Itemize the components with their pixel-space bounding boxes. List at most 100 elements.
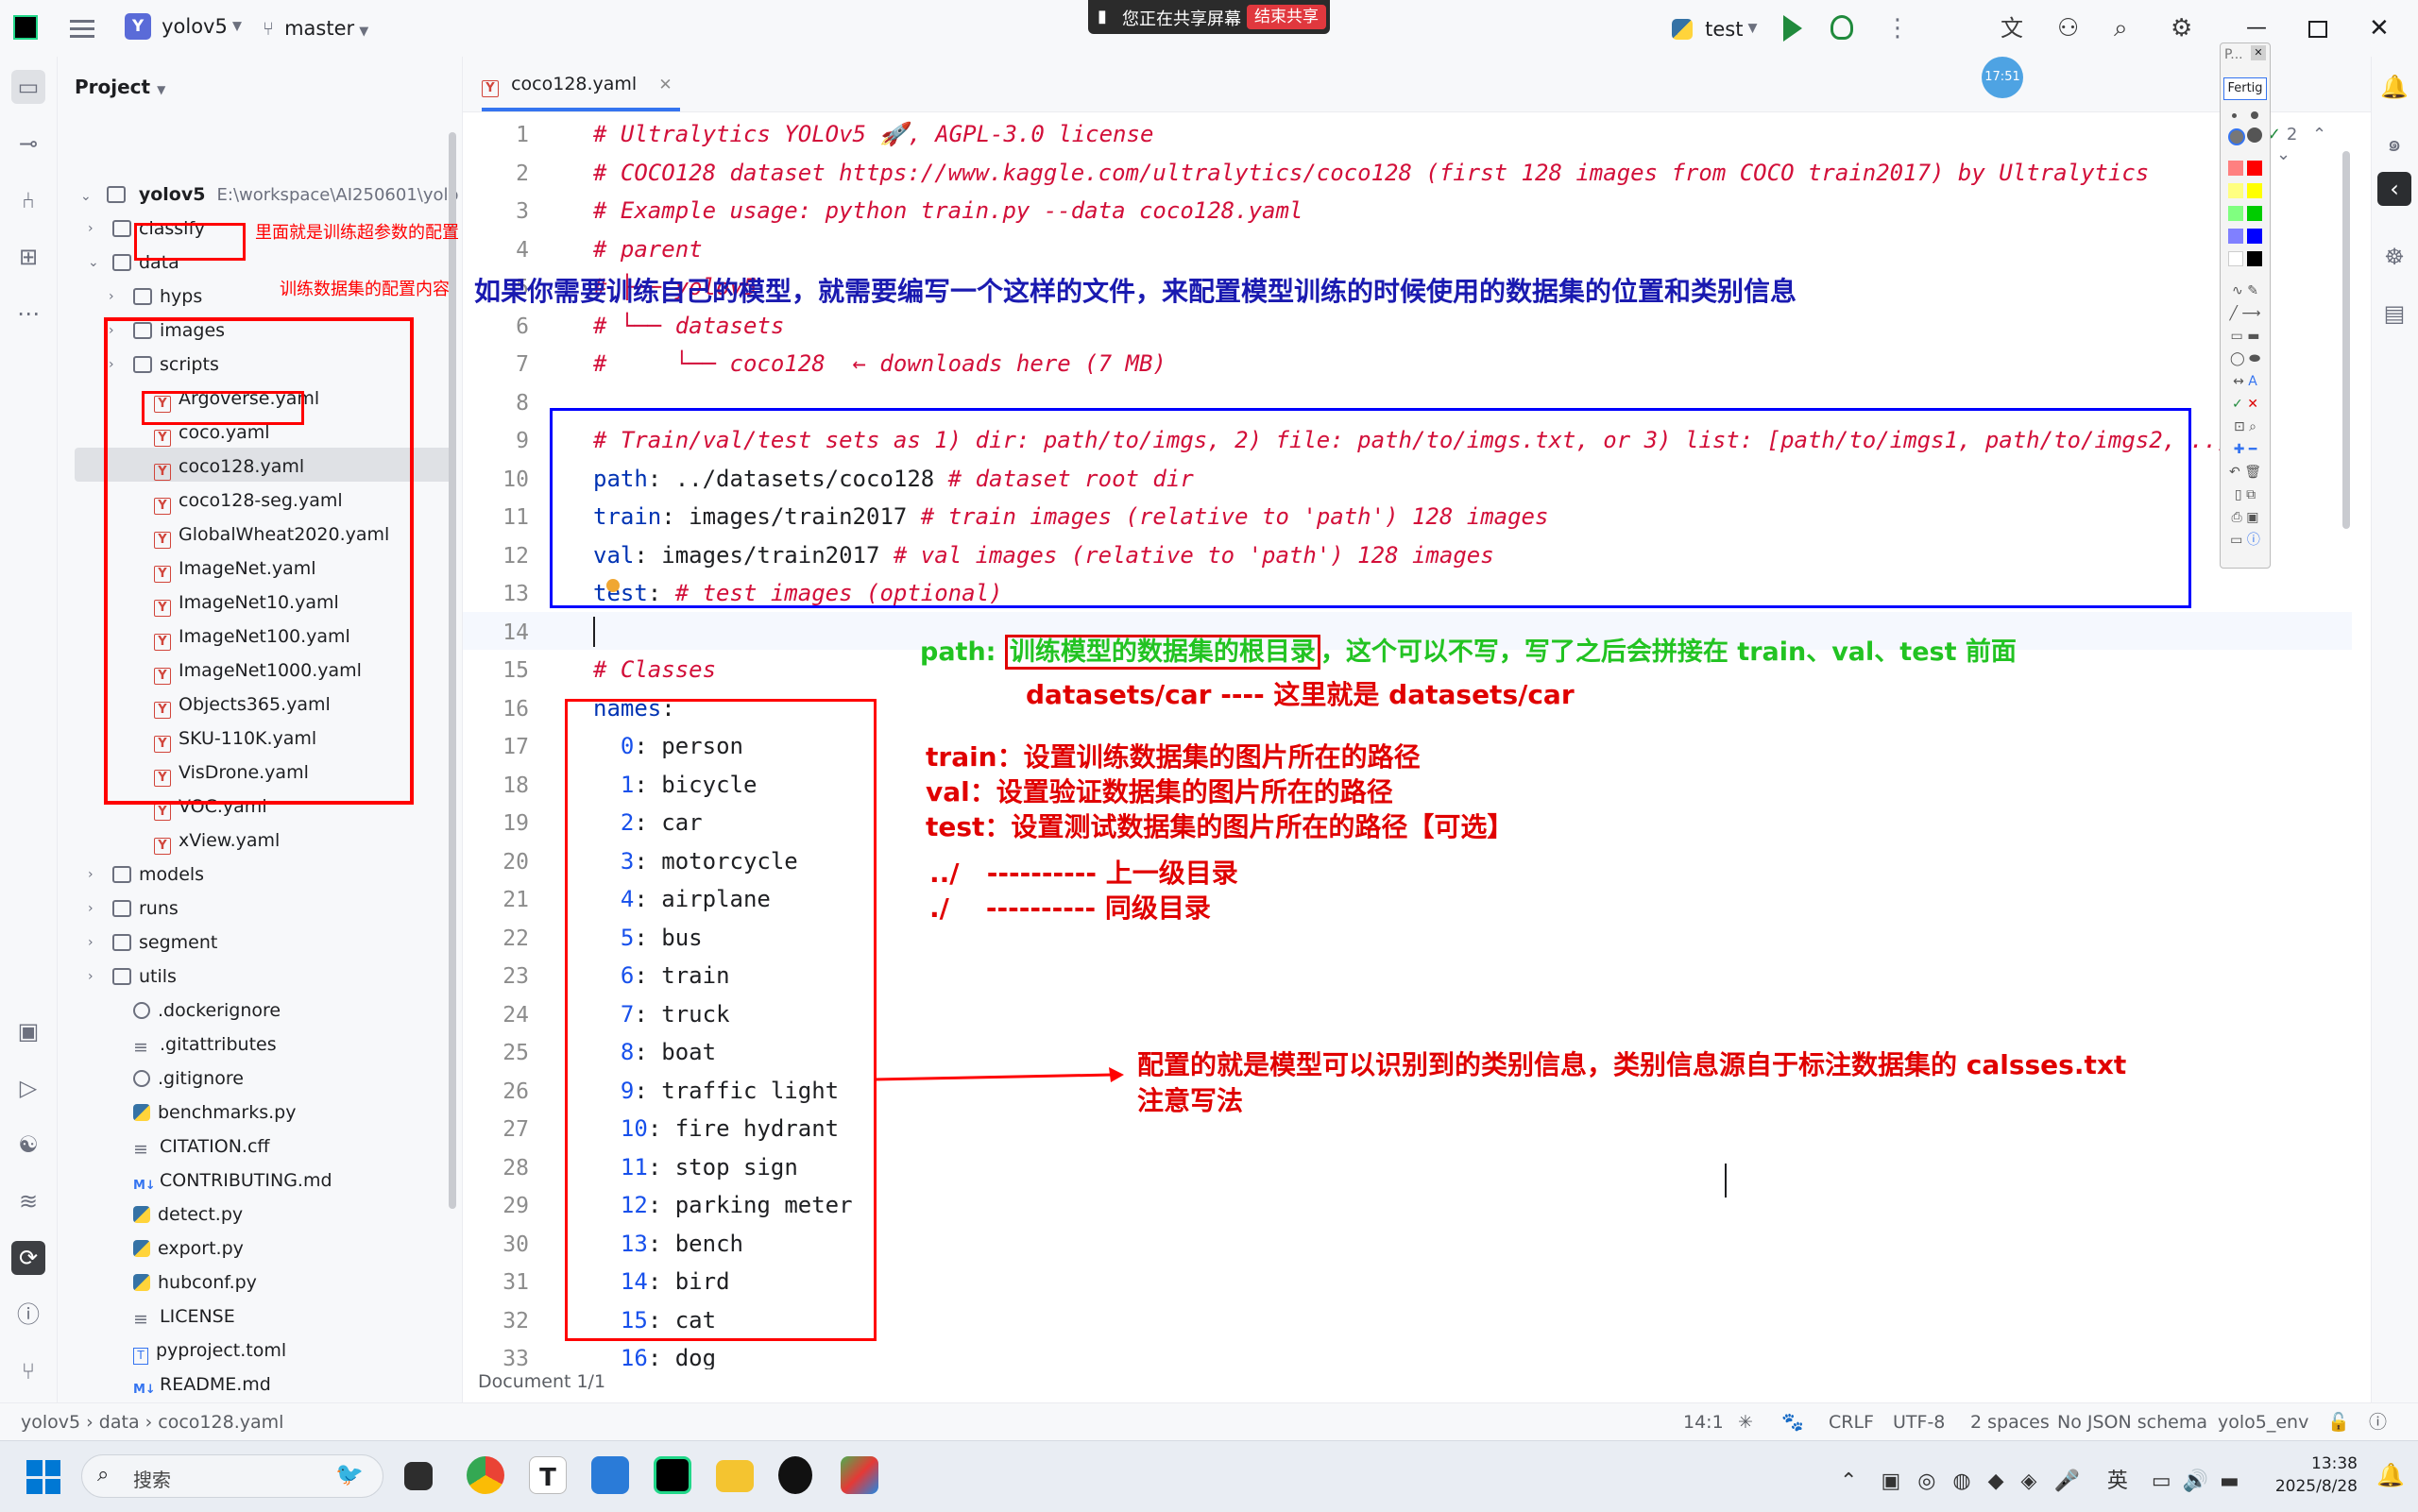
project-switcher[interactable]: Y yolov5 ▼ <box>125 13 242 43</box>
search-icon[interactable]: ⌕ <box>2114 0 2128 57</box>
color-yellow-swatch[interactable] <box>2247 183 2262 198</box>
color-lightyellow-swatch[interactable] <box>2228 183 2243 198</box>
breadcrumb-item[interactable]: yolov5 <box>21 1412 80 1433</box>
settings-gear-icon[interactable]: ⚙ <box>2171 0 2192 57</box>
tree-item[interactable]: ≡ CITATION.cff <box>133 1130 269 1164</box>
problems-icon[interactable]: ⓘ <box>11 1298 45 1332</box>
pen-size-medium[interactable] <box>2251 111 2258 119</box>
tree-item[interactable]: .gitignore <box>133 1062 244 1096</box>
color-white-swatch[interactable] <box>2228 251 2243 266</box>
caret-position[interactable]: 14:1 <box>1683 1403 1724 1441</box>
color-red-swatch[interactable] <box>2247 161 2262 176</box>
editor-scrollbar[interactable] <box>2342 151 2350 529</box>
python-interpreter[interactable]: yolo5_env <box>2218 1403 2308 1441</box>
tray-app-icons[interactable]: ▣◎◍◆◈🎤 <box>1881 1470 2096 1493</box>
paint-app-icon[interactable] <box>841 1456 878 1494</box>
line-separator[interactable]: CRLF <box>1829 1403 1874 1441</box>
tree-item[interactable]: ≡ LICENSE <box>133 1300 235 1334</box>
typora-icon[interactable]: T <box>529 1456 567 1494</box>
rectangle-icon[interactable]: ▭ ▬ <box>2224 325 2266 348</box>
tree-item[interactable]: Tpyproject.toml <box>133 1334 286 1368</box>
run-tool-icon[interactable]: ▷ <box>11 1071 45 1105</box>
pull-request-icon[interactable]: ⑃ <box>11 183 45 217</box>
close-window-icon[interactable]: ✕ <box>2369 0 2390 57</box>
task-view-icon[interactable] <box>404 1462 433 1490</box>
pen-size-xlarge[interactable] <box>2247 127 2262 143</box>
main-menu-icon[interactable] <box>70 17 94 40</box>
restore-icon[interactable] <box>2308 21 2327 38</box>
notification-center-icon[interactable]: 🔔 <box>2376 1462 2405 1488</box>
qq-icon[interactable] <box>778 1456 812 1494</box>
layers-icon[interactable]: ≋ <box>11 1184 45 1218</box>
color-green-swatch[interactable] <box>2247 206 2262 221</box>
tray-expand-icon[interactable]: ⌃ <box>1840 1470 1857 1493</box>
chevron-right-icon[interactable]: › <box>109 280 114 314</box>
page-copy-icon[interactable]: ▯ ⧉ <box>2224 484 2266 506</box>
tree-item[interactable]: YxView.yaml <box>154 824 280 858</box>
check-cross-icon[interactable]: ✓ ✕ <box>2224 393 2266 416</box>
color-lightblue-swatch[interactable] <box>2228 229 2243 244</box>
chevron-right-icon[interactable]: › <box>88 926 94 960</box>
stop-share-button[interactable]: 结束共享 <box>1247 5 1326 29</box>
network-volume-battery-icons[interactable]: ▭🔊▬ <box>2152 1470 2251 1493</box>
pen-size-small[interactable] <box>2232 113 2237 118</box>
arrow-text-icon[interactable]: ↔ A <box>2224 370 2266 393</box>
bookmarks-icon[interactable]: ▤ <box>2377 297 2411 331</box>
branch-switcher[interactable]: ⑂ master ▼ <box>263 13 368 43</box>
lock-icon[interactable]: 🔓 <box>2327 1403 2350 1441</box>
crop-zoom-icon[interactable]: ⊡ ⌕ <box>2224 416 2266 438</box>
collapse-panel-icon[interactable]: ‹ <box>2377 172 2411 206</box>
tree-item[interactable]: ≡ .gitattributes <box>133 1028 277 1062</box>
warning-icon[interactable]: ⓘ <box>2369 1403 2387 1441</box>
tab-coco128[interactable]: Y coco128.yaml ✕ <box>482 57 680 111</box>
taskbar-search[interactable]: ⌕ 搜索 🐦 <box>81 1454 383 1498</box>
tree-item[interactable]: M↓ CONTRIBUTING.md <box>133 1164 332 1198</box>
undo-delete-icon[interactable]: ↶ 🗑 <box>2224 461 2266 484</box>
screen-info-icon[interactable]: ▭ ⓘ <box>2224 529 2266 552</box>
structure-icon[interactable]: ⊞ <box>11 240 45 274</box>
tree-root[interactable]: ⌄ yolov5 E:\workspace\AI250601\yolov5 <box>80 178 458 212</box>
tree-item[interactable]: › hyps <box>109 280 202 314</box>
zoom-in-out-icon[interactable]: ✚ ━ <box>2224 438 2266 461</box>
chevron-right-icon[interactable]: › <box>88 858 94 892</box>
tree-item[interactable]: › runs <box>88 892 179 926</box>
tree-item[interactable]: › models <box>88 858 204 892</box>
services-icon[interactable]: ⟳ <box>11 1241 45 1275</box>
photos-icon[interactable] <box>591 1456 629 1494</box>
copilot-icon[interactable]: ☸ <box>2377 240 2411 274</box>
tree-item[interactable]: export.py <box>133 1232 244 1266</box>
tree-item[interactable]: .dockerignore <box>133 994 281 1028</box>
project-scrollbar[interactable] <box>449 132 456 1209</box>
palette-done-button[interactable]: Fertig <box>2223 77 2267 100</box>
color-blue-swatch[interactable] <box>2247 229 2262 244</box>
print-save-icon[interactable]: ⎙ ▣ <box>2224 506 2266 529</box>
windows-start-icon[interactable] <box>26 1460 60 1494</box>
tree-item[interactable]: M↓ README.md <box>133 1368 271 1402</box>
project-folder-icon[interactable]: ▭ <box>11 70 45 104</box>
project-panel-title[interactable]: Project ▼ <box>75 76 165 98</box>
chrome-icon[interactable] <box>467 1456 504 1494</box>
breadcrumb-item[interactable]: data <box>99 1412 140 1433</box>
color-black-swatch[interactable] <box>2247 251 2262 266</box>
color-pink-swatch[interactable] <box>2228 161 2243 176</box>
more-tools-icon[interactable]: ⋯ <box>11 297 45 331</box>
close-tab-icon[interactable]: ✕ <box>658 76 672 94</box>
indent-setting[interactable]: 2 spaces <box>1970 1403 2050 1441</box>
paw-icon[interactable]: 🐾 <box>1781 1403 1804 1441</box>
freehand-icon[interactable]: ∿ ✎ <box>2224 280 2266 302</box>
terminal-icon[interactable]: ▣ <box>11 1014 45 1048</box>
chevron-right-icon[interactable]: › <box>88 892 94 926</box>
file-explorer-icon[interactable] <box>716 1460 754 1492</box>
file-encoding[interactable]: UTF-8 <box>1893 1403 1945 1441</box>
pycharm-icon[interactable] <box>654 1456 691 1494</box>
tree-item[interactable]: › segment <box>88 926 217 960</box>
run-config[interactable]: test ▼ <box>1672 13 1758 43</box>
debug-icon[interactable] <box>1831 15 1853 40</box>
tree-item[interactable]: detect.py <box>133 1198 243 1232</box>
line-icon[interactable]: ╱ ⟶ <box>2224 302 2266 325</box>
palette-close-icon[interactable]: ✕ <box>2251 45 2266 60</box>
run-icon[interactable] <box>1783 15 1802 42</box>
chevron-right-icon[interactable]: › <box>88 212 94 246</box>
add-user-icon[interactable]: ⚇ <box>2057 0 2079 57</box>
python-console-icon[interactable]: ☯ <box>11 1128 45 1162</box>
